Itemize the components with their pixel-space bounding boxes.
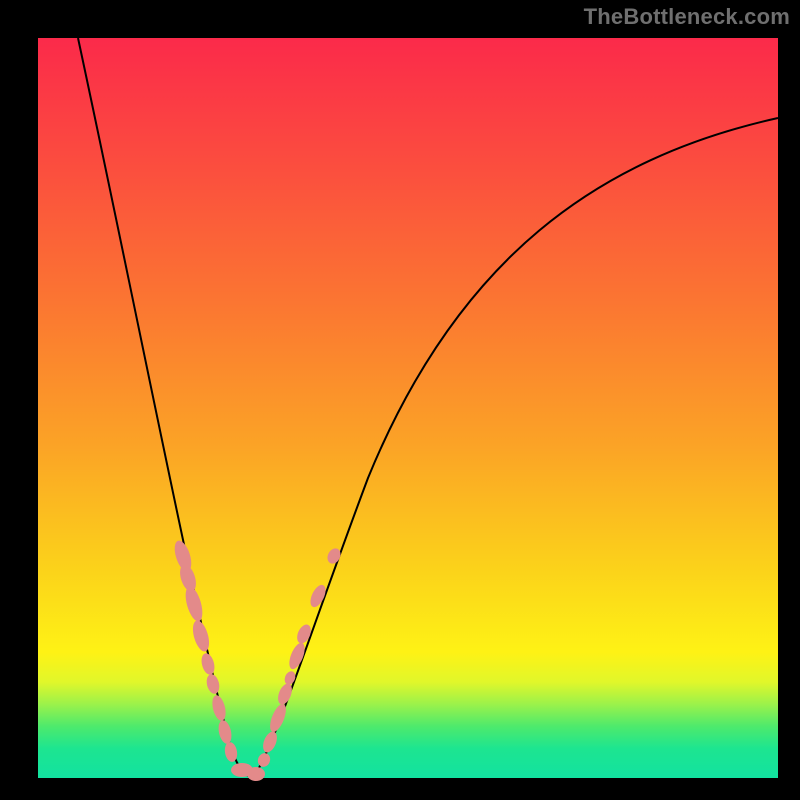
data-marker	[286, 641, 308, 671]
left-curve	[78, 38, 248, 776]
data-marker	[190, 619, 212, 654]
data-marker	[182, 585, 205, 623]
data-marker	[210, 694, 228, 722]
data-marker	[247, 767, 265, 781]
data-marker	[216, 719, 233, 745]
data-marker	[283, 670, 298, 687]
plot-area	[38, 38, 778, 778]
chart-frame: TheBottleneck.com	[0, 0, 800, 800]
data-marker	[199, 652, 216, 676]
watermark: TheBottleneck.com	[584, 4, 790, 30]
curves-svg	[38, 38, 778, 778]
data-marker	[205, 673, 221, 695]
data-marker	[256, 751, 272, 768]
right-curve	[254, 118, 778, 776]
data-marker	[260, 730, 279, 755]
data-markers	[171, 539, 343, 781]
